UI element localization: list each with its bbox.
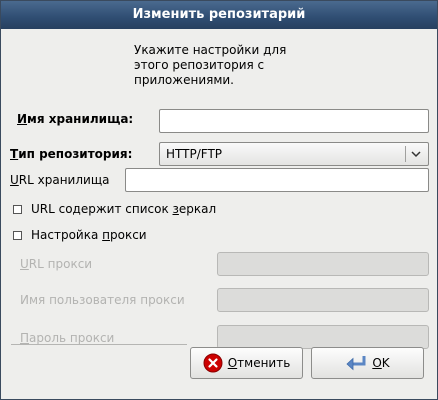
dialog-title: Изменить репозитарий: [1, 1, 437, 29]
repo-name-field[interactable]: [159, 109, 429, 133]
checkbox-box[interactable]: [13, 204, 22, 214]
cancel-icon: [203, 353, 223, 373]
proxy-checkbox[interactable]: Настройка прокси: [13, 228, 147, 242]
divider: [11, 344, 187, 345]
intro-text: Укажите настройки для этого репозитория …: [134, 43, 354, 88]
proxy-url-field: [217, 252, 429, 276]
repo-type-select[interactable]: HTTP/FTP: [159, 142, 429, 166]
mirror-list-checkbox[interactable]: URL содержит список зеркал: [13, 202, 216, 216]
repo-name-input[interactable]: [160, 110, 428, 132]
repo-type-label: Тип репозитория:: [10, 147, 133, 161]
proxy-password-label: Пароль прокси: [20, 331, 115, 345]
repo-type-value: HTTP/FTP: [166, 147, 223, 161]
chevron-down-icon[interactable]: [410, 147, 422, 161]
repo-url-label: URL хранилища: [10, 173, 110, 187]
repo-name-label: Имя хранилища:: [17, 112, 134, 126]
intro-line-3: приложениями.: [134, 73, 234, 87]
ok-button[interactable]: OK: [311, 347, 424, 379]
proxy-url-label: URL прокси: [20, 257, 93, 271]
repo-url-input[interactable]: [126, 169, 428, 191]
cancel-button[interactable]: Отменить: [190, 347, 303, 379]
ok-button-label: OK: [372, 356, 390, 370]
proxy-password-field: [217, 325, 429, 349]
proxy-user-label: Имя пользователя прокси: [20, 293, 185, 307]
edit-repository-dialog: Изменить репозитарий Укажите настройки д…: [0, 0, 438, 400]
proxy-label: Настройка прокси: [31, 228, 147, 242]
checkbox-box[interactable]: [13, 230, 22, 240]
combo-separator: [405, 146, 406, 162]
cancel-button-label: Отменить: [227, 356, 291, 370]
mirror-list-label: URL содержит список зеркал: [31, 202, 217, 216]
intro-line-2: этого репозитория с: [134, 58, 265, 72]
ok-icon: [346, 356, 366, 371]
intro-line-1: Укажите настройки для: [134, 43, 287, 57]
proxy-user-field: [217, 288, 429, 312]
repo-url-field[interactable]: [125, 168, 429, 192]
